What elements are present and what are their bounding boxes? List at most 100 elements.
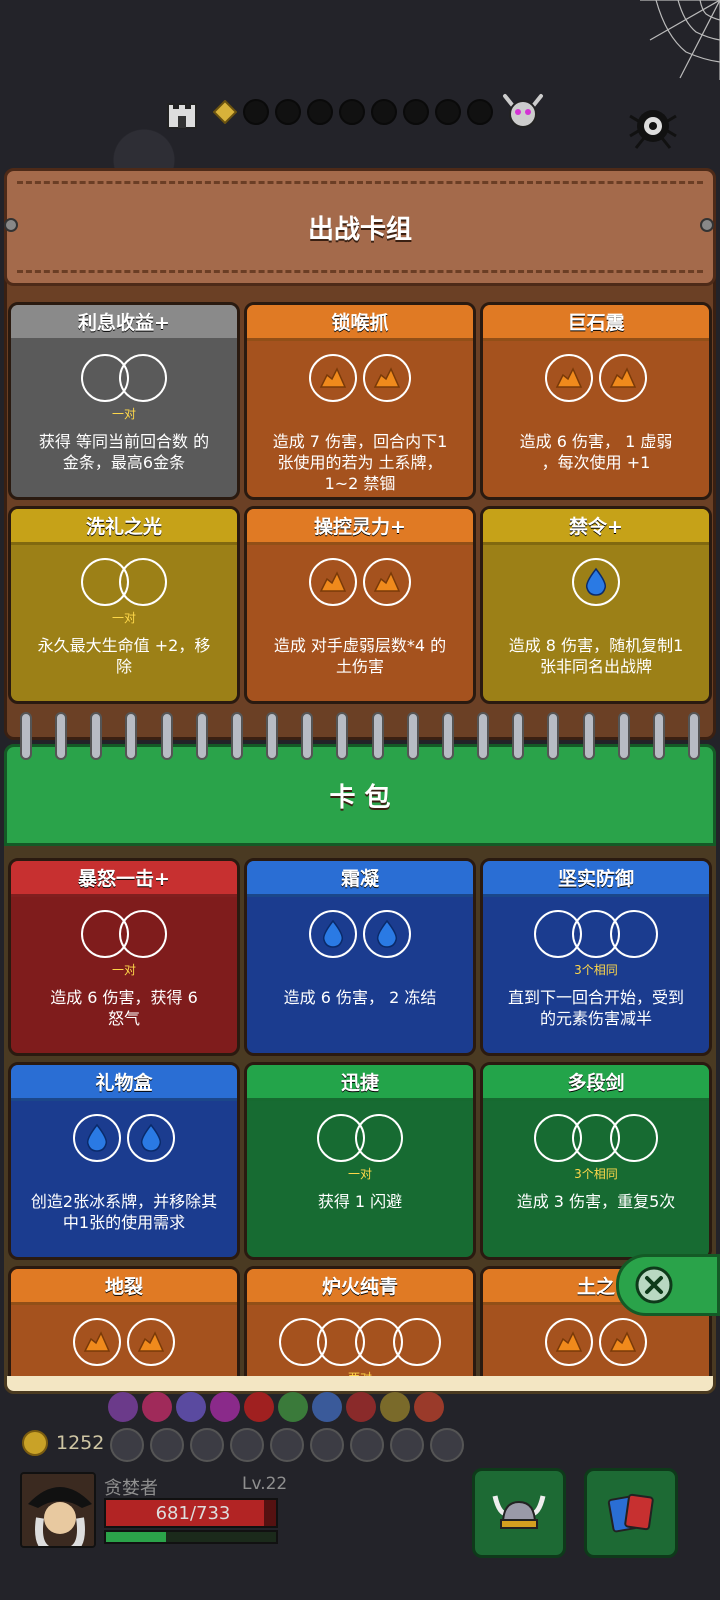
card-title: 礼物盒	[11, 1065, 237, 1101]
spiral-ring	[687, 712, 700, 760]
spiral-ring	[195, 712, 208, 760]
relic-icon[interactable]	[278, 1392, 308, 1422]
card-requirement-slots	[247, 909, 473, 959]
card-requirement-slots	[483, 353, 709, 403]
spider-web-icon	[640, 0, 720, 80]
settings-gear-icon[interactable]	[624, 96, 682, 154]
equipment-slot[interactable]	[230, 1428, 264, 1462]
card-title: 暴怒一击+	[11, 861, 237, 897]
card-6[interactable]: 禁令+ 造成 8 伤害，随机复制1 张非同名出战牌	[480, 506, 712, 704]
relic-icon[interactable]	[244, 1392, 274, 1422]
card-3[interactable]: 坚实防御 3个相同 直到下一回合开始，受到 的元素伤害减半	[480, 858, 712, 1056]
empty-slot	[119, 558, 167, 606]
card-3[interactable]: 巨石震 造成 6 伤害， 1 虚弱 ，每次使用 +1	[480, 302, 712, 500]
relic-icon[interactable]	[312, 1392, 342, 1422]
equipment-slot[interactable]	[310, 1428, 344, 1462]
deck-button[interactable]	[584, 1468, 678, 1558]
xp-bar	[104, 1530, 278, 1544]
card-description: 造成 6 伤害，获得 6 怒气	[11, 977, 237, 1029]
card-title: 操控灵力+	[247, 509, 473, 545]
stage-dot	[435, 99, 461, 125]
card-requirement-slots	[483, 1113, 709, 1163]
equipment-slot[interactable]	[270, 1428, 304, 1462]
stage-dot	[307, 99, 333, 125]
card-requirement-slots	[247, 1113, 473, 1163]
card-4[interactable]: 洗礼之光 一对 永久最大生命值 +2，移除	[8, 506, 240, 704]
avatar[interactable]	[20, 1472, 96, 1548]
slot-label	[483, 405, 709, 421]
card-description: 造成 3 伤害，重复5次	[483, 1181, 709, 1212]
description-line: 造成 3 伤害，重复5次	[516, 1192, 676, 1211]
pack-card-grid: 暴怒一击+ 一对 造成 6 伤害，获得 6 怒气 霜凝 造成 6 伤害， 2 冻结 坚实防御…	[8, 858, 712, 1376]
earth-slot	[73, 1318, 121, 1366]
relic-icon[interactable]	[176, 1392, 206, 1422]
relic-icon[interactable]	[346, 1392, 376, 1422]
slot-label: 两对	[247, 1369, 473, 1376]
earth-element-icon	[609, 367, 637, 388]
stage-dot	[339, 99, 365, 125]
equipment-slot[interactable]	[350, 1428, 384, 1462]
card-description: 创造2张冰系牌，并移除其 中1张的使用需求	[11, 1181, 237, 1233]
card-7[interactable]: 地裂	[8, 1266, 240, 1376]
deck-card-grid: 利息收益+ 一对 获得 等同当前回合数 的金条，最高6金条 锁喉抓 造成 7 伤害，回合…	[8, 302, 712, 704]
slot-label: 3个相同	[574, 963, 618, 977]
card-requirement-slots	[247, 557, 473, 607]
water-element-icon	[585, 567, 607, 596]
card-8[interactable]: 炉火纯青两对	[244, 1266, 476, 1376]
description-line: 土伤害	[335, 657, 384, 676]
slot-label	[483, 609, 709, 625]
description-line: 永久最大生命值 +2，移	[37, 636, 211, 655]
card-2[interactable]: 锁喉抓 造成 7 伤害，回合内下1 张使用的若为 土系牌， 1~2 禁锢	[244, 302, 476, 500]
water-element-icon	[86, 1123, 108, 1152]
description-line: 直到下一回合开始，受到	[507, 988, 684, 1007]
rivet	[4, 218, 18, 232]
description-line: 获得 等同当前回合数 的	[38, 432, 210, 451]
water-element-icon	[140, 1123, 162, 1152]
card-2[interactable]: 霜凝 造成 6 伤害， 2 冻结	[244, 858, 476, 1056]
earth-element-icon	[609, 1331, 637, 1352]
slot-label: 一对	[111, 611, 136, 625]
relic-icon[interactable]	[414, 1392, 444, 1422]
earth-element-icon	[319, 571, 347, 592]
pack-card-area[interactable]: 暴怒一击+ 一对 造成 6 伤害，获得 6 怒气 霜凝 造成 6 伤害， 2 冻结 坚实防御…	[4, 846, 716, 1376]
slot-label	[11, 1165, 237, 1181]
equipment-slot[interactable]	[110, 1428, 144, 1462]
equipment-slot[interactable]	[190, 1428, 224, 1462]
earth-element-icon	[83, 1331, 111, 1352]
card-title: 禁令+	[483, 509, 709, 545]
spiral-ring	[301, 712, 314, 760]
card-4[interactable]: 礼物盒创造2张冰系牌，并移除其 中1张的使用需求	[8, 1062, 240, 1260]
description-line: 张使用的若为 土系牌，	[277, 453, 443, 472]
equipment-slot[interactable]	[390, 1428, 424, 1462]
card-5[interactable]: 迅捷 一对 获得 1 闪避	[244, 1062, 476, 1260]
empty-slot	[119, 910, 167, 958]
stage-dot	[275, 99, 301, 125]
equipment-slot[interactable]	[150, 1428, 184, 1462]
empty-slot	[393, 1318, 441, 1366]
relic-icon[interactable]	[108, 1392, 138, 1422]
spiral-ring	[125, 712, 138, 760]
relic-icon[interactable]	[380, 1392, 410, 1422]
description-line: 造成 对手虚弱层数*4 的	[273, 636, 447, 655]
card-1[interactable]: 暴怒一击+ 一对 造成 6 伤害，获得 6 怒气	[8, 858, 240, 1056]
equipment-slot[interactable]	[430, 1428, 464, 1462]
spiral-ring	[547, 712, 560, 760]
equipment-button[interactable]	[472, 1468, 566, 1558]
card-requirement-slots	[11, 353, 237, 403]
relic-icon[interactable]	[142, 1392, 172, 1422]
stage-dot	[371, 99, 397, 125]
card-5[interactable]: 操控灵力+ 造成 对手虚弱层数*4 的土伤害	[244, 506, 476, 704]
card-6[interactable]: 多段剑 3个相同 造成 3 伤害，重复5次	[480, 1062, 712, 1260]
card-1[interactable]: 利息收益+ 一对 获得 等同当前回合数 的金条，最高6金条	[8, 302, 240, 500]
card-description: 造成 6 伤害， 1 虚弱 ，每次使用 +1	[483, 421, 709, 473]
relic-icon[interactable]	[210, 1392, 240, 1422]
player-name: 贪婪者	[104, 1478, 158, 1499]
relic-row	[108, 1392, 448, 1428]
card-title: 锁喉抓	[247, 305, 473, 341]
slot-label: 一对	[111, 963, 136, 977]
stage-dot	[467, 99, 493, 125]
card-title: 炉火纯青	[247, 1269, 473, 1305]
slot-label	[11, 1369, 237, 1376]
close-button[interactable]	[616, 1254, 720, 1316]
spiral-ring	[617, 712, 630, 760]
